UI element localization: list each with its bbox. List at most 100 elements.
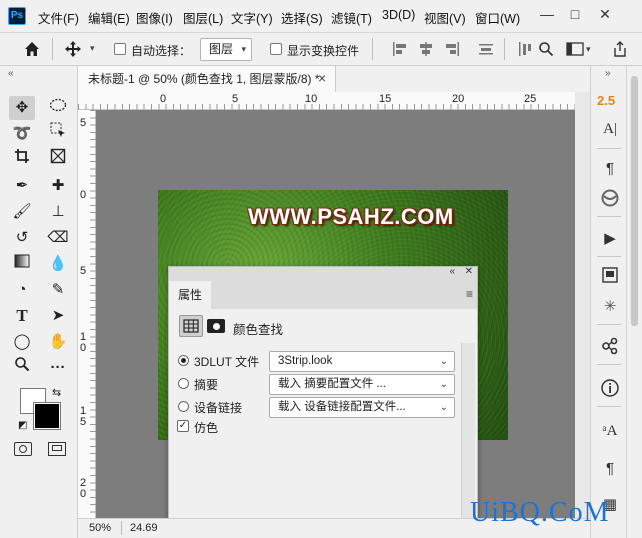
info-icon[interactable] bbox=[599, 378, 621, 400]
align-top-icon[interactable] bbox=[518, 41, 534, 57]
menu-window[interactable]: 窗口(W) bbox=[475, 8, 520, 27]
type-tool[interactable]: T bbox=[9, 304, 35, 328]
marquee-tool[interactable] bbox=[45, 96, 71, 120]
menu-layer[interactable]: 图层(L) bbox=[183, 8, 223, 27]
tab-properties[interactable]: 属性 bbox=[169, 281, 211, 309]
radio-3dlut[interactable] bbox=[178, 355, 189, 366]
menu-select[interactable]: 选择(S) bbox=[281, 8, 323, 27]
menu-3d[interactable]: 3D(D) bbox=[382, 8, 415, 22]
watermark-text: WWW.PSAHZ.COM bbox=[248, 204, 454, 229]
quick-mask-icon[interactable] bbox=[14, 442, 32, 456]
screen-mode-icon[interactable] bbox=[48, 442, 66, 456]
right-scrollbar[interactable] bbox=[626, 66, 642, 538]
path-select-tool[interactable]: ➤ bbox=[45, 304, 71, 328]
paragraph-icon[interactable]: ¶ bbox=[599, 158, 621, 180]
document-tab[interactable]: 未标题-1 @ 50% (颜色查找 1, 图层蒙版/8) * bbox=[78, 66, 336, 92]
device-link-dropdown[interactable]: 载入 设备链接配置文件... ⌄ bbox=[269, 397, 455, 418]
align-center-icon[interactable] bbox=[418, 41, 434, 57]
auto-select-label: 自动选择： bbox=[131, 44, 192, 58]
paragraph-styles-icon[interactable]: ¶ bbox=[599, 458, 621, 480]
workspace-icon[interactable] bbox=[566, 41, 584, 57]
radio-abstract[interactable] bbox=[178, 378, 189, 389]
maximize-button[interactable]: □ bbox=[564, 5, 586, 23]
actions-icon[interactable]: ▶ bbox=[599, 228, 621, 250]
auto-select-checkbox[interactable] bbox=[114, 43, 126, 55]
background-color-swatch[interactable] bbox=[33, 402, 61, 430]
menu-image[interactable]: 图像(I) bbox=[136, 8, 173, 27]
swap-colors-icon[interactable]: ⇆ bbox=[52, 386, 61, 399]
distribute-icon[interactable] bbox=[478, 41, 494, 57]
object-select-tool[interactable] bbox=[45, 122, 71, 146]
horizontal-ruler[interactable]: 0 5 10 15 20 25 bbox=[78, 92, 590, 110]
minimize-button[interactable]: — bbox=[536, 5, 558, 23]
ellipse-tool[interactable]: ◯ bbox=[9, 330, 35, 354]
3dlut-dropdown[interactable]: 3Strip.look ⌄ bbox=[269, 351, 455, 372]
menu-bar: Ps 文件(F) 编辑(E) 图像(I) 图层(L) 文字(Y) 选择(S) 滤… bbox=[0, 0, 642, 32]
eyedropper-tool[interactable]: ✒ bbox=[9, 174, 35, 198]
layer-mask-icon[interactable] bbox=[207, 319, 225, 333]
menu-type[interactable]: 文字(Y) bbox=[231, 8, 273, 27]
hand-tool[interactable]: ✋ bbox=[45, 330, 71, 354]
scroll-thumb[interactable] bbox=[631, 76, 638, 326]
vertical-ruler[interactable]: 5 0 5 1 0 1 5 2 0 bbox=[78, 110, 96, 518]
crop-tool[interactable] bbox=[9, 148, 35, 172]
brush-tool[interactable]: 🖌 bbox=[9, 200, 35, 224]
glyphs-icon[interactable] bbox=[599, 188, 621, 210]
notes-icon[interactable] bbox=[599, 266, 621, 288]
blur-tool[interactable]: 💧 bbox=[45, 252, 71, 276]
healing-brush-tool[interactable]: ✚ bbox=[45, 174, 71, 198]
menu-filter[interactable]: 滤镜(T) bbox=[331, 8, 372, 27]
canvas-scrollbar[interactable] bbox=[575, 92, 590, 518]
chevron-down-icon[interactable]: ▾ bbox=[586, 44, 591, 55]
clone-source-icon[interactable] bbox=[599, 336, 621, 358]
dodge-tool[interactable]: ◔ bbox=[9, 278, 35, 302]
zoom-tool[interactable] bbox=[9, 356, 35, 380]
auto-select-dropdown[interactable]: 图层 ▾ bbox=[200, 38, 252, 61]
dither-checkbox[interactable]: ✓ bbox=[177, 420, 189, 432]
site-logo: UiBQ.CoM bbox=[470, 497, 610, 528]
separator bbox=[52, 38, 53, 60]
chevron-down-icon[interactable]: ▾ bbox=[90, 43, 95, 54]
brush-settings-icon[interactable]: ✳ bbox=[599, 296, 621, 318]
collapse-icon[interactable]: « bbox=[449, 266, 455, 277]
separator bbox=[372, 38, 373, 60]
pen-tool[interactable]: ✎ bbox=[45, 278, 71, 302]
default-colors-icon[interactable]: ◩ bbox=[18, 420, 27, 431]
align-right-icon[interactable] bbox=[444, 41, 460, 57]
menu-edit[interactable]: 编辑(E) bbox=[88, 8, 130, 27]
stamp-tool[interactable]: ⊥ bbox=[45, 200, 71, 224]
search-icon[interactable] bbox=[538, 41, 554, 57]
panel-header[interactable]: « ✕ bbox=[169, 266, 477, 281]
more-tools-icon[interactable]: ··· bbox=[45, 356, 71, 380]
zoom-level[interactable]: 50% bbox=[89, 519, 111, 537]
move-tool[interactable]: ✥ bbox=[9, 96, 35, 120]
label-3dlut: 3DLUT 文件 bbox=[194, 355, 260, 369]
character-styles-icon[interactable]: ᵃA bbox=[599, 420, 621, 442]
move-tool-icon[interactable] bbox=[64, 40, 82, 58]
history-brush-tool[interactable]: ↺ bbox=[9, 226, 35, 250]
close-icon[interactable]: ✕ bbox=[465, 266, 473, 277]
align-left-icon[interactable] bbox=[392, 41, 408, 57]
adjustment-grid-icon[interactable] bbox=[179, 315, 203, 337]
close-tab-button[interactable]: × bbox=[318, 70, 326, 86]
separator bbox=[597, 148, 621, 149]
ruler-tick-label: 1 5 bbox=[80, 405, 87, 428]
menu-file[interactable]: 文件(F) bbox=[38, 8, 79, 27]
radio-device-link[interactable] bbox=[178, 401, 189, 412]
close-window-button[interactable]: ✕ bbox=[594, 5, 616, 23]
menu-view[interactable]: 视图(V) bbox=[424, 8, 466, 27]
panel-menu-icon[interactable]: ≡ bbox=[466, 287, 473, 301]
lasso-tool[interactable]: ➰ bbox=[9, 122, 35, 146]
frame-tool[interactable] bbox=[45, 148, 71, 172]
show-transform-checkbox[interactable] bbox=[270, 43, 282, 55]
collapse-icon[interactable]: « bbox=[8, 68, 14, 79]
share-icon[interactable] bbox=[612, 40, 628, 58]
character-icon[interactable]: A| bbox=[599, 118, 621, 140]
gradient-tool[interactable] bbox=[9, 252, 35, 276]
home-icon[interactable] bbox=[22, 39, 42, 59]
version-label[interactable]: 2.5 bbox=[597, 93, 615, 108]
separator bbox=[597, 406, 621, 407]
eraser-tool[interactable]: ⌫ bbox=[45, 226, 71, 250]
abstract-dropdown[interactable]: 载入 摘要配置文件 ... ⌄ bbox=[269, 374, 455, 395]
collapse-icon[interactable]: » bbox=[605, 68, 611, 79]
